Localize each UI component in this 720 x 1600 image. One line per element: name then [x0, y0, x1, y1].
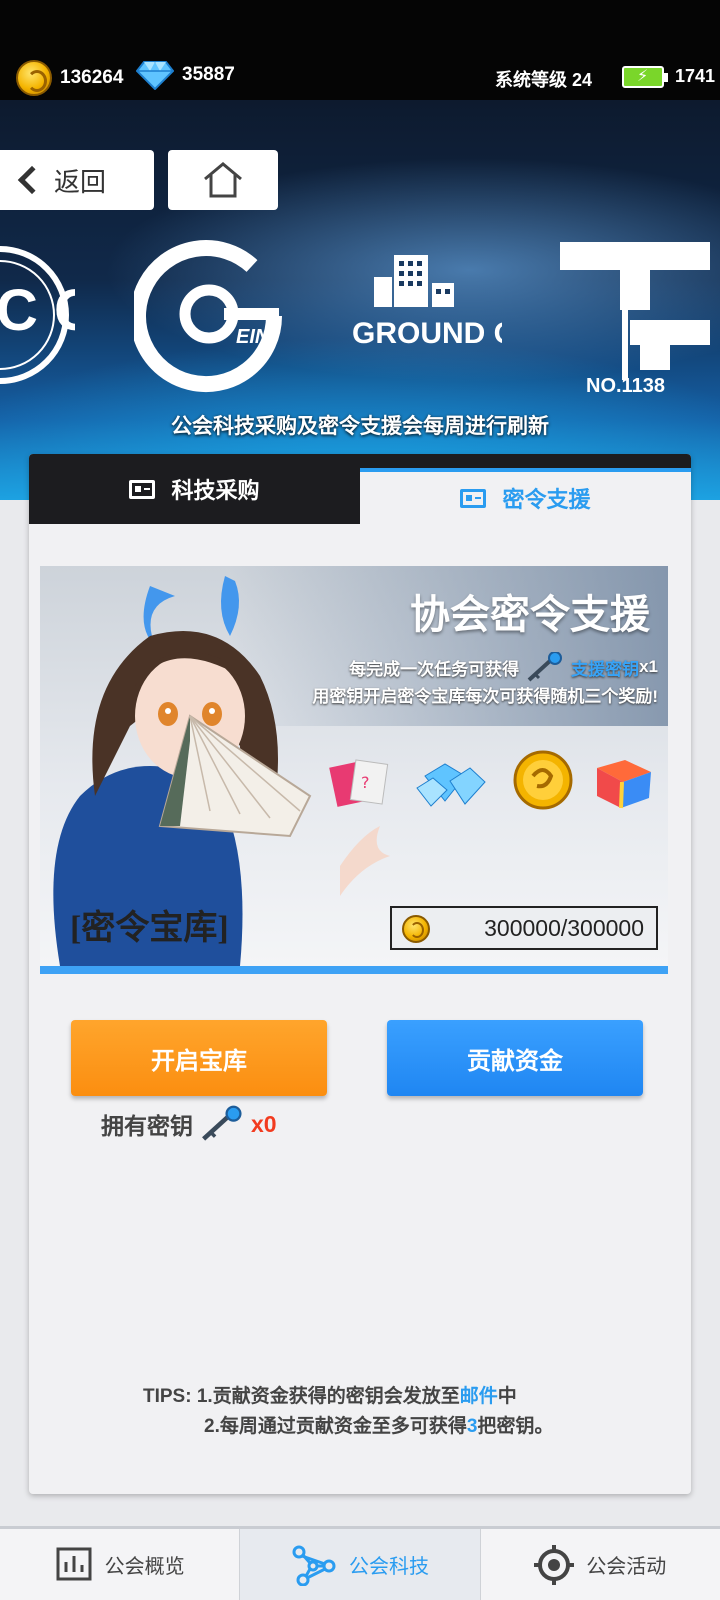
tips-line2-b: 把密钥。: [477, 1416, 554, 1437]
tips-prefix: TIPS:: [143, 1386, 192, 1407]
vault-description-line2: 用密钥开启密令宝库每次可获得随机三个奖励!: [312, 687, 658, 706]
tab-bar: 科技采购 密令支援: [29, 454, 691, 524]
ground-gray-logo: GROUND GRAY.: [352, 255, 502, 350]
gold-amount: 136264: [60, 67, 124, 88]
nav-guild-overview[interactable]: 公会概览: [0, 1529, 241, 1600]
energy-battery-icon: ⚡: [622, 66, 668, 88]
tips-mail-link: 邮件: [459, 1386, 498, 1407]
vault-fund-value: 300000/300000: [484, 914, 644, 941]
energy-amount: 1741: [675, 66, 716, 86]
back-label: 返回: [54, 166, 107, 197]
guild-banner: 返回 C COLLEGE EIN GROUND GRAY. NO.: [0, 100, 720, 500]
tab-tech-purchase[interactable]: 科技采购: [29, 454, 360, 524]
ein-logo-text: EIN: [236, 326, 270, 348]
chart-icon: [56, 1547, 92, 1580]
nav-guild-events[interactable]: 公会活动: [481, 1529, 720, 1600]
college-logo: C COLLEGE: [0, 246, 75, 384]
support-key-qty: x1: [639, 657, 658, 676]
diamond-icon: [136, 61, 174, 90]
gift-box-icon: [597, 760, 651, 809]
tips-line2-num: 3: [466, 1416, 478, 1437]
card-pack-icon: ?: [329, 759, 389, 807]
tab-tech-purchase-label: 科技采购: [171, 478, 260, 503]
tips-line1-a: 1.贡献资金获得的密钥会发放至: [196, 1386, 460, 1407]
tab-secret-support[interactable]: 密令支援: [360, 468, 691, 524]
tips-line1: TIPS: 1.贡献资金获得的密钥会发放至邮件中: [143, 1382, 553, 1412]
refresh-notice: 公会科技采购及密令支援会每周进行刷新: [171, 415, 549, 438]
svg-text:?: ?: [361, 773, 370, 792]
gold-resource[interactable]: 136264: [16, 60, 123, 96]
back-button[interactable]: 返回: [0, 150, 154, 210]
home-icon: [204, 162, 242, 198]
status-bar: 136264 35887 系统等级 24 ⚡ 1741: [0, 0, 720, 108]
vault-fund-progress: 300000/300000: [390, 906, 658, 950]
tips-text: TIPS: 1.贡献资金获得的密钥会发放至邮件中 2.每周通过贡献资金至多可获得…: [143, 1382, 553, 1442]
secret-vault-card: 协会密令支援 每完成一次任务可获得 支援密钥 x1 用密钥开启密令宝库每次可获得…: [40, 566, 668, 974]
diamond-resource[interactable]: 35887: [136, 60, 235, 90]
vault-name: [密令宝库]: [70, 910, 229, 947]
card-icon: [129, 479, 156, 499]
contribute-funds-label: 贡献资金: [467, 1047, 563, 1075]
gold-coin-icon: [16, 60, 52, 96]
tips-line1-b: 中: [497, 1386, 517, 1407]
vault-description-line1: 每完成一次任务可获得 支援密钥 x1: [349, 652, 658, 682]
owned-keys-label: 拥有密钥: [101, 1113, 193, 1139]
contribute-funds-button[interactable]: 贡献资金: [387, 1020, 643, 1096]
gold-coin-icon: [402, 915, 430, 943]
ein-logo: EIN: [134, 240, 282, 393]
support-key-icon: [527, 652, 563, 682]
vault-title: 协会密令支援: [410, 592, 650, 637]
ground-gray-logo-text: GROUND GRAY.: [352, 317, 502, 350]
tab-secret-support-label: 密令支援: [502, 487, 591, 512]
back-arrow-icon: [17, 165, 47, 195]
nav-guild-overview-label: 公会概览: [104, 1556, 185, 1578]
bottom-nav: 公会概览 公会科技 公会活动: [0, 1526, 720, 1600]
target-icon: [534, 1544, 575, 1585]
guild-tech-panel: 科技采购 密令支援 协会密令支援 每完成一次任务可获得 支援密钥 x1 用密钥开…: [29, 454, 691, 1494]
card-icon: [460, 488, 487, 508]
diamond-pile-icon: [416, 763, 486, 807]
reward-icons: ?: [329, 750, 651, 810]
open-vault-button[interactable]: 开启宝库: [71, 1020, 327, 1096]
system-level: 系统等级 24: [494, 70, 592, 90]
gold-coin-reward-icon: [513, 750, 573, 810]
nav-guild-tech[interactable]: 公会科技: [240, 1529, 481, 1600]
no1138-logo-text: NO.1138: [586, 375, 665, 397]
network-icon: [292, 1545, 336, 1586]
vault-line1-prefix: 每完成一次任务可获得: [349, 659, 520, 679]
diamond-amount: 35887: [182, 64, 235, 85]
owned-keys: 拥有密钥 x0: [101, 1104, 277, 1144]
tips-line2: 2.每周通过贡献资金至多可获得3把密钥。: [143, 1412, 553, 1442]
support-key-icon: [202, 1105, 242, 1141]
college-logo-text: C COLLEGE: [0, 278, 75, 343]
home-button[interactable]: [168, 150, 278, 210]
nav-guild-events-label: 公会活动: [586, 1556, 667, 1578]
tips-line2-a: 2.每周通过贡献资金至多可获得: [204, 1416, 467, 1437]
support-key-name: 支援密钥: [571, 659, 640, 679]
open-vault-label: 开启宝库: [151, 1047, 247, 1075]
no1138-logo: NO.1138: [560, 242, 710, 397]
nav-guild-tech-label: 公会科技: [348, 1556, 429, 1578]
owned-keys-count: x0: [251, 1110, 277, 1137]
